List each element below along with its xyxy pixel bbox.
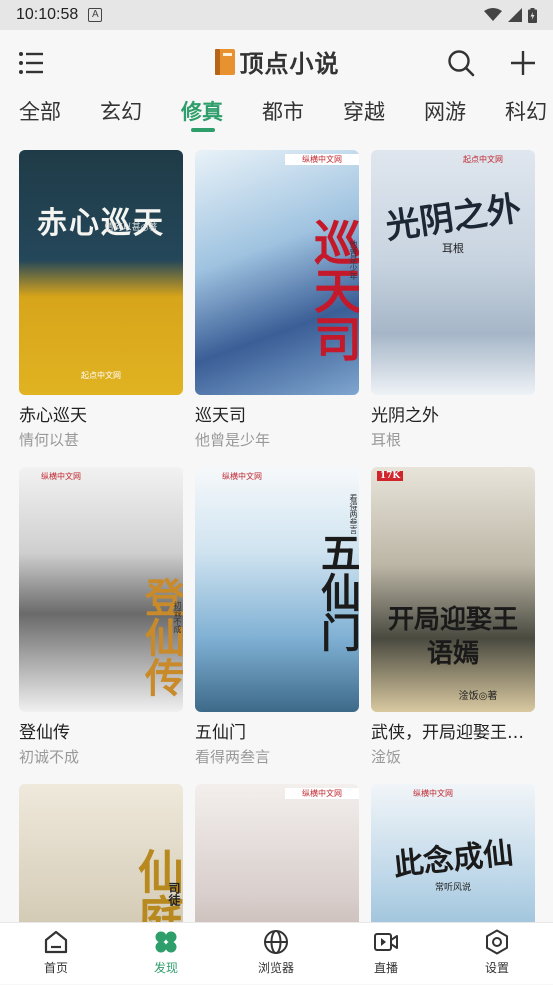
category-tabs: 全部 玄幻 修真 都市 穿越 网游 科幻 — [0, 92, 553, 136]
book-title: 光阴之外 — [371, 406, 439, 426]
cover-author: 司徒 — [167, 882, 181, 906]
nav-label: 浏览器 — [257, 961, 294, 975]
book-card[interactable]: 17K 开局迎娶王语嫣 淦饭◎著 武侠，开局迎娶王语嫣 淦饭 — [371, 467, 535, 767]
cover-author: 耳根 — [442, 242, 464, 255]
cover-publisher: 17K — [377, 471, 403, 481]
tab-chuanyue[interactable]: 穿越 — [343, 96, 385, 126]
search-icon[interactable] — [446, 48, 476, 78]
book-author: 耳根 — [371, 431, 402, 449]
book-grid: 赤心巡天 情何以甚◎著 起点中文网 赤心巡天 情何以甚 纵横中文网 巡天司 他曾… — [0, 150, 553, 922]
bottom-navigation: 首页 发现 浏览器 直播 设置 — [0, 922, 553, 984]
book-title: 登仙传 — [19, 723, 70, 743]
book-card[interactable]: 纵横中文网 — [195, 784, 359, 922]
book-card[interactable]: 纵横中文网 巡天司 他曾是少年 巡天司 他曾是少年 — [195, 150, 359, 450]
book-cover[interactable]: 起点中文网 光阴之外 耳根 — [371, 150, 535, 395]
cover-title: 此念成仙 — [391, 835, 515, 884]
battery-icon — [528, 7, 537, 23]
book-title: 五仙门 — [195, 723, 246, 743]
wifi-icon — [484, 8, 502, 21]
book-title: 赤心巡天 — [19, 406, 87, 426]
nav-live[interactable]: 直播 — [331, 923, 441, 985]
status-time: 10:10:58 — [16, 6, 79, 23]
book-author: 初诚不成 — [19, 748, 80, 766]
book-card[interactable]: 起点中文网 光阴之外 耳根 光阴之外 耳根 — [371, 150, 535, 450]
book-cover[interactable]: 纵横中文网 巡天司 他曾是少年 — [195, 150, 359, 395]
cover-author: 情何以甚◎著 — [104, 223, 158, 233]
nav-browser[interactable]: 浏览器 — [221, 923, 331, 985]
cover-author: 初诚不成 — [173, 601, 182, 633]
cover-publisher: 纵横中文网 — [285, 154, 359, 165]
cover-author: 他曾是少年 — [349, 240, 358, 280]
status-indicators — [484, 7, 537, 23]
nav-label: 首页 — [43, 961, 68, 975]
nav-settings[interactable]: 设置 — [442, 923, 552, 985]
tab-xuanhuan[interactable]: 玄幻 — [100, 96, 142, 126]
home-icon — [44, 930, 68, 954]
book-card[interactable]: 纵横中文网 登仙传 初诚不成 登仙传 初诚不成 — [19, 467, 183, 767]
cover-publisher: 纵横中文网 — [41, 472, 81, 481]
tab-dushi[interactable]: 都市 — [262, 96, 304, 126]
settings-icon — [486, 929, 508, 955]
active-tab-indicator — [191, 128, 215, 132]
tab-kehuan[interactable]: 科幻 — [505, 96, 547, 126]
live-icon — [374, 933, 398, 951]
cover-author: 看得两叁言 — [349, 494, 358, 534]
book-title: 武侠，开局迎娶王语嫣 — [371, 723, 535, 743]
tab-wangyou[interactable]: 网游 — [424, 96, 466, 126]
book-author: 情何以甚 — [19, 431, 80, 449]
cover-publisher: 起点中文网 — [81, 371, 121, 380]
book-card[interactable]: 仙庭 司徒 — [19, 784, 183, 922]
book-cover[interactable]: 纵横中文网 — [195, 784, 359, 922]
book-card[interactable]: 纵横中文网 此念成仙 常听风说 — [371, 784, 535, 922]
browser-icon — [264, 930, 288, 954]
nav-discover[interactable]: 发现 — [111, 923, 221, 985]
book-title: 巡天司 — [195, 406, 246, 426]
book-card[interactable]: 纵横中文网 五仙门 看得两叁言 五仙门 看得两叁言 — [195, 467, 359, 767]
nav-label: 直播 — [373, 961, 398, 975]
cover-publisher: 纵横中文网 — [413, 789, 453, 798]
notification-icon: A — [88, 8, 103, 22]
book-cover[interactable]: 赤心巡天 情何以甚◎著 起点中文网 — [19, 150, 183, 395]
book-card[interactable]: 赤心巡天 情何以甚◎著 起点中文网 赤心巡天 情何以甚 — [19, 150, 183, 450]
nav-label: 发现 — [153, 961, 178, 975]
status-bar: 10:10:58 A — [0, 0, 553, 30]
nav-label: 设置 — [484, 961, 509, 975]
cover-title: 开局迎娶王语嫣 — [387, 605, 518, 669]
book-cover[interactable]: 纵横中文网 登仙传 初诚不成 — [19, 467, 183, 712]
book-author: 看得两叁言 — [195, 748, 271, 766]
cover-author: 淦饭◎著 — [458, 691, 498, 702]
nav-home[interactable]: 首页 — [1, 923, 111, 985]
plus-icon[interactable] — [508, 48, 538, 78]
menu-icon[interactable] — [18, 50, 44, 76]
book-author: 淦饭 — [371, 748, 402, 766]
book-cover[interactable]: 仙庭 司徒 — [19, 784, 183, 922]
cover-author: 常听风说 — [434, 883, 471, 893]
cover-publisher: 纵横中文网 — [285, 788, 359, 799]
book-icon — [214, 48, 235, 75]
book-cover[interactable]: 17K 开局迎娶王语嫣 淦饭◎著 — [371, 467, 535, 712]
book-cover[interactable]: 纵横中文网 五仙门 看得两叁言 — [195, 467, 359, 712]
page-title: 顶点小说 — [239, 50, 340, 78]
tab-xiuzhen[interactable]: 修真 — [181, 96, 223, 126]
app-header: 顶点小说 — [0, 30, 553, 96]
book-author: 他曾是少年 — [195, 431, 271, 449]
cover-publisher: 起点中文网 — [463, 155, 503, 164]
tab-all[interactable]: 全部 — [19, 96, 61, 126]
signal-icon — [508, 8, 522, 22]
book-cover[interactable]: 纵横中文网 此念成仙 常听风说 — [371, 784, 535, 922]
discover-icon — [155, 931, 177, 953]
